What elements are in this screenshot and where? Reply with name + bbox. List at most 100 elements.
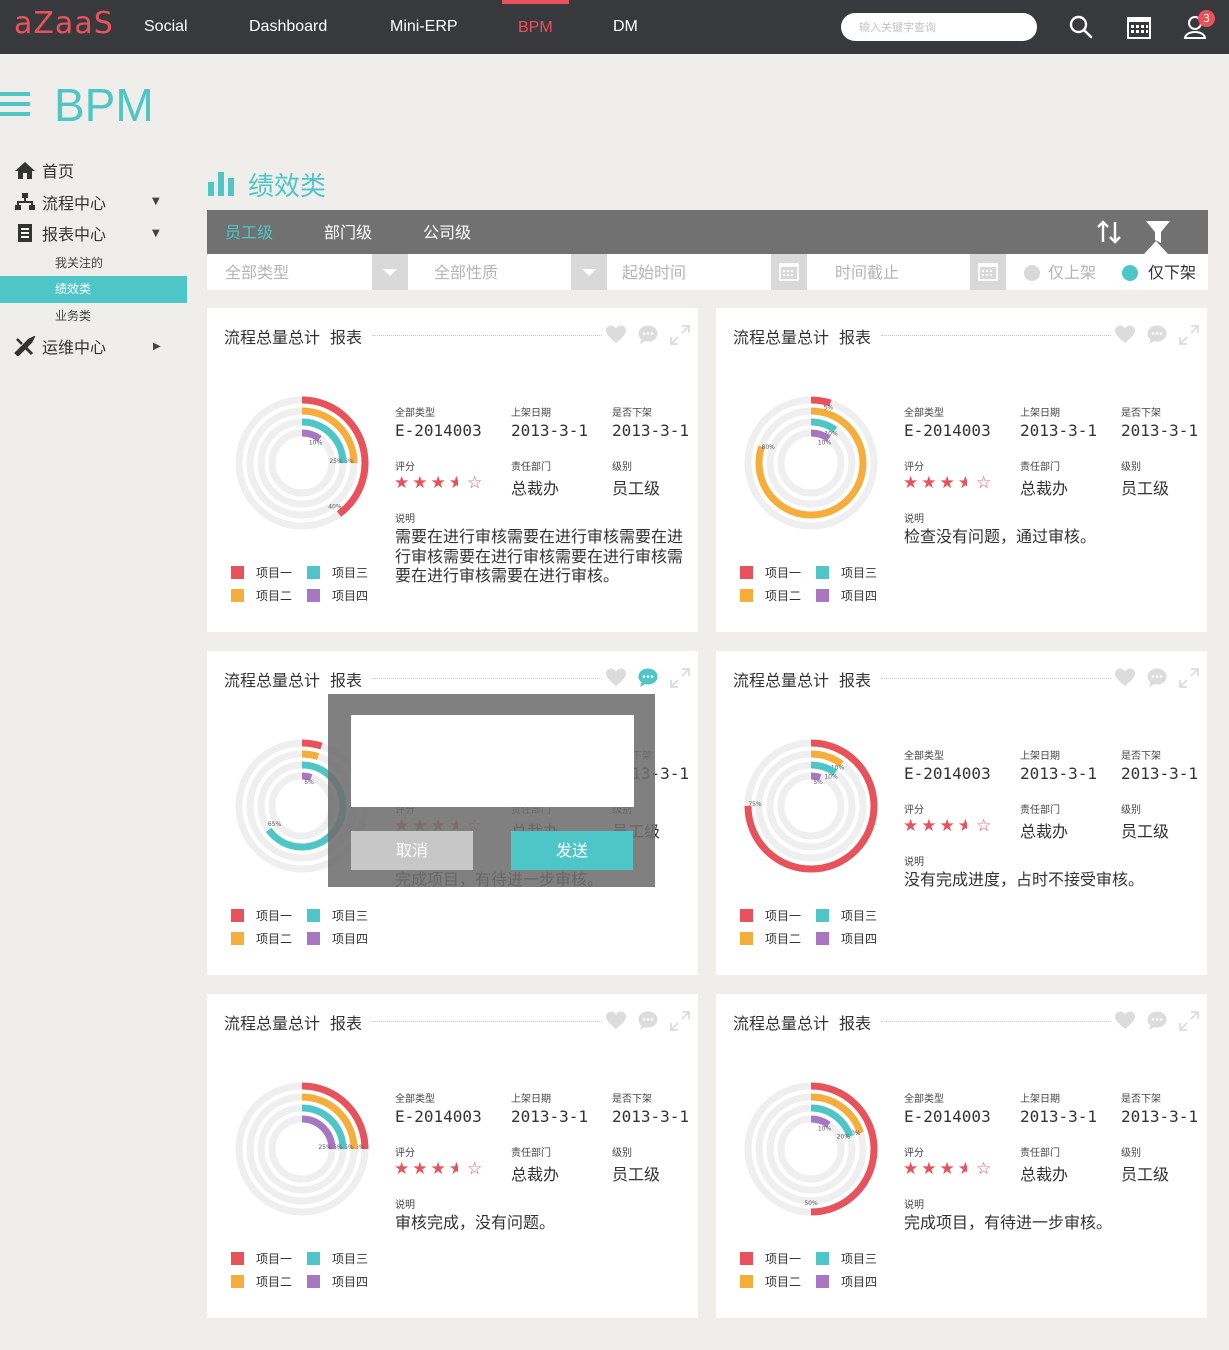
radio-on-shelf[interactable] — [1024, 265, 1040, 281]
calendar-icon[interactable] — [771, 254, 807, 290]
nav-mini-erp[interactable]: Mini-ERP — [390, 0, 458, 54]
heart-icon[interactable] — [605, 667, 627, 689]
expand-icon[interactable] — [1178, 1010, 1200, 1032]
dept-value: 总裁办 — [511, 479, 560, 498]
comment-textarea[interactable] — [351, 715, 634, 807]
chevron-down-icon[interactable] — [372, 254, 408, 290]
card-subtitle: 报表 — [839, 1014, 872, 1033]
sidebar-subitem-following[interactable]: 我关注的 — [0, 250, 187, 277]
title-divider — [881, 1021, 1111, 1022]
level-label: 级别 — [1121, 462, 1141, 473]
rating-label: 评分 — [904, 462, 924, 473]
nav-dm[interactable]: DM — [613, 0, 638, 54]
legend-swatch — [307, 589, 320, 602]
sitemap-icon — [15, 193, 35, 210]
shelf-value: 2013-3-1 — [1121, 1107, 1199, 1126]
type-value: E-2014003 — [904, 1107, 991, 1126]
legend-label: 项目一 — [256, 1252, 293, 1266]
dept-label: 责任部门 — [1020, 805, 1060, 816]
comment-icon[interactable] — [637, 324, 659, 346]
sidebar-subitem-business[interactable]: 业务类 — [0, 303, 187, 330]
type-label: 全部类型 — [904, 408, 944, 419]
comment-icon[interactable] — [637, 667, 659, 689]
expand-icon[interactable] — [1178, 324, 1200, 346]
card-title: 流程总量总计 报表 — [224, 1010, 362, 1034]
star-icon: ★ — [394, 1159, 413, 1179]
chevron-right-icon[interactable]: ▶ — [153, 341, 161, 352]
send-button[interactable]: 发送 — [511, 831, 633, 870]
legend-label: 项目四 — [332, 1275, 369, 1289]
start-date-input[interactable]: 起始时间 — [622, 254, 686, 290]
star-half-icon: ★ — [448, 473, 467, 493]
legend-label: 项目三 — [841, 566, 878, 580]
chevron-down-icon[interactable] — [571, 254, 607, 290]
heart-icon[interactable] — [1114, 1010, 1136, 1032]
page-title: BPM — [54, 79, 154, 131]
tab-department[interactable]: 部门级 — [324, 210, 372, 254]
tab-company[interactable]: 公司级 — [423, 210, 471, 254]
nav-bpm[interactable]: BPM — [502, 0, 569, 54]
expand-icon[interactable] — [669, 667, 691, 689]
heart-icon[interactable] — [605, 1010, 627, 1032]
date-label: 上架日期 — [1020, 751, 1060, 762]
tab-employee[interactable]: 员工级 — [225, 210, 273, 254]
legend-item: 项目二 — [740, 587, 801, 604]
radio-off-shelf-label[interactable]: 仅下架 — [1148, 254, 1196, 290]
brand-logo[interactable]: aZaaS — [14, 6, 114, 41]
star-icon: ★ — [939, 473, 958, 493]
search-icon[interactable] — [1068, 14, 1094, 40]
heart-icon[interactable] — [605, 324, 627, 346]
comment-icon[interactable] — [1146, 1010, 1168, 1032]
comment-icon[interactable] — [1146, 667, 1168, 689]
desc-label: 说明 — [904, 514, 924, 525]
legend-label: 项目三 — [332, 909, 369, 923]
radio-off-shelf[interactable] — [1122, 265, 1138, 281]
sidebar-subitem-performance[interactable]: 绩效类 — [0, 276, 187, 303]
heart-icon[interactable] — [1114, 667, 1136, 689]
sort-icon[interactable] — [1095, 218, 1123, 246]
dept-label: 责任部门 — [511, 462, 551, 473]
radio-on-shelf-label[interactable]: 仅上架 — [1048, 254, 1096, 290]
chevron-down-icon[interactable]: ▼ — [152, 196, 160, 207]
top-navbar: aZaaS Social Dashboard Mini-ERP BPM DM 3 — [0, 0, 1229, 54]
cancel-button[interactable]: 取消 — [351, 831, 473, 870]
calendar-icon[interactable] — [1126, 14, 1152, 40]
nav-dashboard[interactable]: Dashboard — [249, 0, 327, 54]
sidebar-item-process-center[interactable]: 流程中心 — [14, 190, 106, 214]
star-empty-icon: ☆ — [976, 473, 995, 493]
legend-swatch — [740, 909, 753, 922]
ring-label: 50% — [804, 1200, 818, 1207]
star-icon: ★ — [430, 473, 449, 493]
expand-icon[interactable] — [669, 324, 691, 346]
legend-swatch — [816, 1252, 829, 1265]
calendar-icon[interactable] — [970, 254, 1006, 290]
ring-chart: 75%10%10%5% — [744, 739, 878, 873]
type-value: E-2014003 — [395, 421, 482, 440]
end-date-input[interactable]: 时间截止 — [835, 254, 899, 290]
type-select[interactable]: 全部类型 — [225, 254, 289, 290]
ring-chart: 5%80%10%10% — [744, 396, 878, 530]
comment-icon[interactable] — [637, 1010, 659, 1032]
rating-label: 评分 — [395, 1148, 415, 1159]
comment-icon[interactable] — [1146, 324, 1168, 346]
legend-label: 项目二 — [765, 589, 802, 603]
heart-icon[interactable] — [1114, 324, 1136, 346]
legend-item: 项目三 — [816, 564, 877, 581]
sidebar-item-report-center[interactable]: 报表中心 — [14, 221, 106, 245]
sidebar-item-home[interactable]: 首页 — [14, 158, 74, 182]
expand-icon[interactable] — [669, 1010, 691, 1032]
sidebar-item-ops-center[interactable]: 运维中心 — [14, 334, 106, 358]
legend-item: 项目四 — [307, 1273, 368, 1290]
notification-badge[interactable]: 3 — [1198, 10, 1215, 27]
menu-icon[interactable] — [0, 92, 30, 116]
legend-swatch — [231, 932, 244, 945]
card-subtitle: 报表 — [839, 671, 872, 690]
chevron-down-icon[interactable]: ▼ — [152, 228, 160, 239]
nature-select[interactable]: 全部性质 — [434, 254, 498, 290]
legend-label: 项目一 — [765, 1252, 802, 1266]
expand-icon[interactable] — [1178, 667, 1200, 689]
sidebar-item-label: 首页 — [42, 162, 75, 181]
nav-social[interactable]: Social — [144, 0, 188, 54]
search-input[interactable] — [841, 13, 1037, 41]
legend-item: 项目一 — [740, 1250, 801, 1267]
